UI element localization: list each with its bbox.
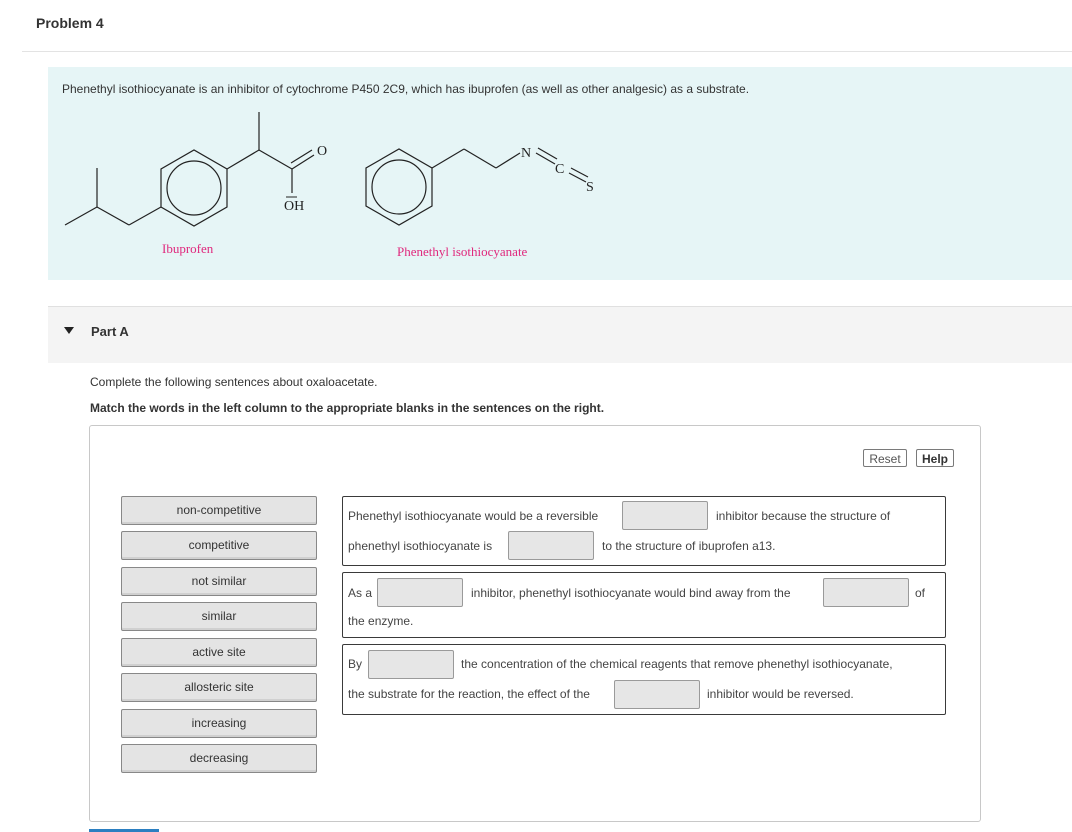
sentence-text: inhibitor because the structure of: [716, 509, 891, 523]
sentence-text: the substrate for the reaction, the effe…: [348, 687, 590, 701]
ibuprofen-oxygen-label: O: [317, 144, 327, 159]
ibuprofen-hydroxyl-label: OH: [284, 199, 304, 214]
ibuprofen-structure: [64, 112, 315, 227]
word-tile-active-site[interactable]: active site: [121, 638, 317, 667]
help-button[interactable]: Help: [916, 449, 954, 467]
word-tile-allosteric-site[interactable]: allosteric site: [121, 673, 317, 702]
sentence-text: Phenethyl isothiocyanate would be a reve…: [348, 509, 599, 523]
divider: [22, 51, 1072, 52]
drop-blank[interactable]: [368, 650, 454, 679]
sentence-text: the concentration of the chemical reagen…: [461, 657, 893, 671]
sentence-box-3: By the concentration of the chemical rea…: [342, 644, 946, 715]
carbon-label: C: [555, 162, 564, 177]
word-tile-non-competitive[interactable]: non-competitive: [121, 496, 317, 525]
word-tile-competitive[interactable]: competitive: [121, 531, 317, 560]
sulfur-label: S: [586, 180, 594, 195]
word-tile-similar[interactable]: similar: [121, 602, 317, 631]
word-tile-increasing[interactable]: increasing: [121, 709, 317, 738]
instructions-bold: Match the words in the left column to th…: [90, 401, 605, 415]
reset-button[interactable]: Reset: [863, 449, 907, 467]
phenethyl-isothiocyanate-structure: [365, 147, 589, 226]
intro-panel: Phenethyl isothiocyanate is an inhibitor…: [48, 67, 1072, 280]
problem-title: Problem 4: [36, 15, 104, 31]
triangle-down-icon[interactable]: [64, 327, 74, 334]
sentence-text: the enzyme.: [348, 614, 414, 628]
sentence-text: of: [915, 586, 926, 600]
drop-blank[interactable]: [508, 531, 594, 560]
ibuprofen-label: Ibuprofen: [162, 241, 214, 256]
drop-blank[interactable]: [377, 578, 463, 607]
word-tile-decreasing[interactable]: decreasing: [121, 744, 317, 773]
sentence-text: inhibitor, phenethyl isothiocyanate woul…: [471, 586, 791, 600]
phenethyl-isothiocyanate-label: Phenethyl isothiocyanate: [397, 244, 528, 259]
nitrogen-label: N: [521, 146, 531, 161]
drop-blank[interactable]: [614, 680, 700, 709]
word-tile-not-similar[interactable]: not similar: [121, 567, 317, 596]
sentence-text: By: [348, 657, 363, 671]
matching-panel: Reset Help non-competitive competitive n…: [89, 425, 981, 822]
sentence-text: phenethyl isothiocyanate is: [348, 539, 493, 553]
sentence-text: to the structure of ibuprofen a13.: [602, 539, 776, 553]
sentence-text: As a: [348, 586, 373, 600]
sentence-box-1: Phenethyl isothiocyanate would be a reve…: [342, 496, 946, 566]
instructions-text: Complete the following sentences about o…: [90, 375, 378, 389]
part-a-header[interactable]: Part A: [48, 306, 1072, 363]
drop-blank[interactable]: [622, 501, 708, 530]
drop-blank[interactable]: [823, 578, 909, 607]
sentence-box-2: As a inhibitor, phenethyl isothiocyanate…: [342, 572, 946, 638]
sentence-text: inhibitor would be reversed.: [707, 687, 854, 701]
part-label: Part A: [91, 324, 129, 339]
